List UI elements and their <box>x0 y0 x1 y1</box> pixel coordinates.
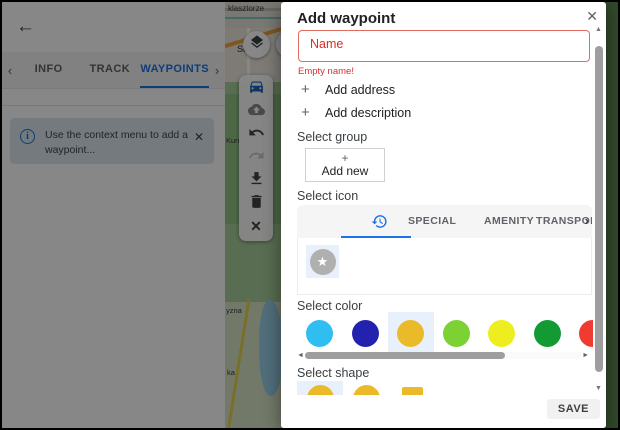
scrollbar-thumb[interactable] <box>305 352 505 359</box>
circle-shape-icon <box>307 385 334 395</box>
star-icon: ★ <box>310 249 336 275</box>
color-row <box>297 312 593 354</box>
dialog-scrollbar: ▲ ▼ <box>593 26 605 392</box>
color-option[interactable] <box>570 312 593 354</box>
color-dot <box>534 320 561 347</box>
add-address-label: Add address <box>325 83 395 97</box>
add-waypoint-dialog: Add waypoint ✕ Name Empty name! + Add ad… <box>281 2 606 428</box>
color-option[interactable] <box>343 312 389 354</box>
dialog-close-icon[interactable]: ✕ <box>586 8 598 25</box>
color-option[interactable] <box>388 312 434 354</box>
scroll-right-icon[interactable]: ► <box>581 351 589 360</box>
dialog-title: Add waypoint <box>297 10 395 27</box>
color-dot <box>579 320 593 347</box>
select-icon-label: Select icon <box>297 189 358 203</box>
select-color-label: Select color <box>297 299 362 313</box>
tab-amenity[interactable]: AMENITY <box>484 215 534 227</box>
color-dot <box>352 320 379 347</box>
scroll-up-icon[interactable]: ▲ <box>595 26 602 33</box>
save-button[interactable]: SAVE <box>547 399 600 419</box>
shape-option-circle[interactable] <box>343 381 389 395</box>
color-dot <box>397 320 424 347</box>
color-dot <box>488 320 515 347</box>
plus-icon: + <box>301 104 325 121</box>
scrollbar-thumb[interactable] <box>595 46 603 372</box>
plus-icon: + <box>341 152 348 164</box>
add-new-label: Add new <box>322 164 369 178</box>
app-window: klasztorze Sulejów Kurn yzna ka <box>0 0 620 430</box>
plus-icon: + <box>301 81 325 98</box>
icon-category-tabs: SPECIAL AMENITY TRANSPORT › <box>297 205 592 238</box>
color-dot <box>306 320 333 347</box>
dialog-footer: SAVE <box>281 395 606 428</box>
scroll-down-icon[interactable]: ▼ <box>595 385 602 392</box>
icon-grid: ★ <box>297 238 592 295</box>
color-dot <box>443 320 470 347</box>
add-new-group-button[interactable]: + Add new <box>305 148 385 182</box>
shape-option-circle[interactable] <box>297 381 343 395</box>
tab-transport[interactable]: TRANSPORT <box>536 215 592 227</box>
tab-special[interactable]: SPECIAL <box>408 215 456 227</box>
color-option[interactable] <box>434 312 480 354</box>
scroll-left-icon[interactable]: ◄ <box>297 351 305 360</box>
shape-row <box>297 381 589 395</box>
add-address-button[interactable]: + Add address <box>301 81 395 98</box>
color-scrollbar: ◄ ► <box>297 351 589 360</box>
square-shape-icon <box>402 387 423 395</box>
select-group-label: Select group <box>297 130 367 144</box>
tab-recent-icons[interactable] <box>371 213 388 235</box>
select-shape-label: Select shape <box>297 366 369 380</box>
name-input-label: Name <box>310 37 343 51</box>
color-option[interactable] <box>297 312 343 354</box>
shape-option-square[interactable] <box>389 381 435 395</box>
add-description-label: Add description <box>325 106 411 120</box>
name-input[interactable]: Name <box>298 30 590 62</box>
icon-option-star[interactable]: ★ <box>306 245 339 278</box>
scrollbar-track[interactable] <box>305 352 581 359</box>
color-option[interactable] <box>479 312 525 354</box>
circle-shape-icon <box>353 385 380 395</box>
add-description-button[interactable]: + Add description <box>301 104 411 121</box>
color-option[interactable] <box>525 312 571 354</box>
history-clock-icon <box>371 217 388 234</box>
name-error-text: Empty name! <box>298 66 354 77</box>
tabs-scroll-right-icon[interactable]: › <box>585 213 589 228</box>
